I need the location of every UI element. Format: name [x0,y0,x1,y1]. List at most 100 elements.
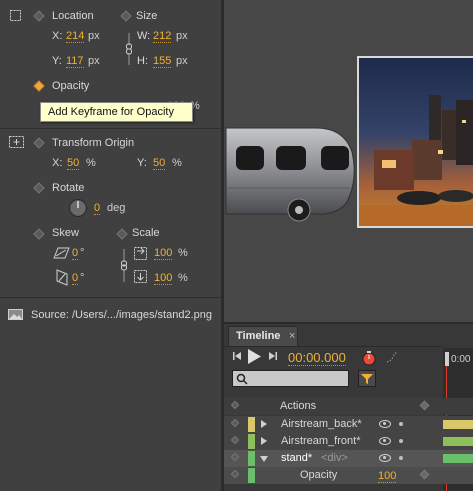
row-actions-label: Actions [280,400,317,412]
timeline-bar[interactable] [443,454,473,463]
lock-dot-icon[interactable] [399,422,403,426]
lock-dot-icon[interactable] [399,439,403,443]
visibility-eye-icon[interactable] [379,454,391,462]
row-airstream-front-label: Airstream_front* [281,435,361,447]
ruler-time-label: 0:00 [451,354,471,365]
location-y-value[interactable]: 117 [66,55,84,68]
action-keyframe-icon[interactable] [419,400,430,411]
rotate-unit: deg [107,202,126,214]
skew-x-value[interactable]: 0 [72,247,79,260]
row-actions[interactable]: Actions [224,398,473,415]
row-airstream-back[interactable]: Airstream_back* [224,416,473,433]
link-size-icon[interactable] [125,31,133,67]
tab-timeline[interactable]: Timeline × [228,326,298,346]
transform-origin-icon [9,136,24,148]
scale-y-value[interactable]: 100 [154,272,173,285]
location-y-unit: px [88,55,100,67]
go-to-end-icon[interactable] [268,351,278,361]
section-divider [0,128,221,129]
timeline-bar[interactable] [443,437,473,446]
close-icon[interactable]: × [289,330,295,342]
origin-y-value[interactable]: 50 [153,157,166,170]
row-opacity-label: Opacity [300,469,338,481]
scale-x-value[interactable]: 100 [154,247,173,260]
skew-y-icon [56,269,68,286]
row-diamond-icon [230,435,240,445]
row-opacity-value[interactable]: 100 [378,470,397,483]
layer-color-swatch [248,417,255,432]
location-x-label: X: [52,30,63,42]
row-airstream-back-label: Airstream_back* [281,418,362,430]
image-icon [8,309,23,320]
row-stand-label: stand* [281,452,313,464]
size-keyframe-diamond[interactable] [120,10,132,22]
timecode[interactable]: 00:00.000 [288,350,346,366]
location-label: Location [52,10,94,22]
add-keyframe-icon[interactable] [419,469,430,480]
transform-origin-keyframe-diamond[interactable] [33,137,45,149]
origin-x-value[interactable]: 50 [67,157,80,170]
source-path: Source: /Users/.../images/stand2.png [31,309,212,321]
skew-x-icon [53,247,70,259]
location-x-value[interactable]: 214 [66,30,85,43]
stage-artwork [225,56,473,228]
size-h-label: H: [137,55,148,67]
collapse-arrow-icon[interactable] [260,456,268,462]
rotate-dial-icon[interactable] [68,198,88,218]
size-w-unit: px [176,30,188,42]
row-airstream-front[interactable]: Airstream_front* [224,433,473,450]
stage-canvas[interactable] [224,0,473,322]
row-stand[interactable]: stand* <div> [224,450,473,467]
expand-arrow-icon[interactable] [261,437,267,445]
keyframe-tooltip: Add Keyframe for Opacity [40,102,193,122]
expand-arrow-icon[interactable] [261,420,267,428]
playhead-handle[interactable] [445,352,449,366]
layer-color-swatch [248,434,255,449]
row-diamond-icon [230,452,240,462]
skew-y-value[interactable]: 0 [72,272,79,285]
size-w-value[interactable]: 212 [153,30,172,43]
easing-icon[interactable] [385,350,399,364]
timeline-search-input[interactable] [232,370,349,387]
scale-link-icon[interactable] [120,245,150,285]
row-diamond-icon [230,469,240,479]
skew-y-unit: ° [80,272,85,284]
opacity-keyframe-diamond[interactable] [33,80,45,92]
visibility-eye-icon[interactable] [379,420,391,428]
origin-x-unit: % [86,157,96,169]
filter-icon[interactable] [358,370,376,387]
origin-y-unit: % [172,157,182,169]
stopwatch-icon[interactable] [361,350,377,366]
scale-y-unit: % [178,272,188,284]
skew-keyframe-diamond[interactable] [33,228,45,240]
tab-timeline-label: Timeline [236,330,281,342]
row-stand-element-type: <div> [321,452,348,464]
scale-keyframe-diamond[interactable] [116,228,128,240]
tab-divider [224,346,443,347]
row-diamond-icon [230,400,240,410]
layer-color-swatch [248,451,255,466]
timeline-bar[interactable] [443,420,473,429]
row-diamond-icon [230,418,240,428]
location-x-unit: px [88,30,100,42]
transform-origin-label: Transform Origin [52,137,135,149]
rotate-value[interactable]: 0 [94,202,101,215]
row-opacity-property[interactable]: Opacity 100 [224,467,473,484]
layer-color-swatch [248,468,255,483]
size-h-unit: px [176,55,188,67]
rotate-keyframe-diamond[interactable] [33,182,45,194]
size-label: Size [136,10,158,22]
rotate-label: Rotate [52,182,85,194]
size-h-value[interactable]: 155 [153,55,172,68]
scale-x-unit: % [178,247,188,259]
properties-panel: Location Size X: 214 px Y: 117 px W: 212… [0,0,221,491]
lock-dot-icon[interactable] [399,456,403,460]
location-keyframe-diamond[interactable] [33,10,45,22]
visibility-eye-icon[interactable] [379,437,391,445]
go-to-start-icon[interactable] [232,351,242,361]
play-icon[interactable] [246,348,262,365]
size-w-label: W: [137,30,151,42]
origin-y-label: Y: [137,157,147,169]
search-icon [236,373,248,385]
opacity-label: Opacity [52,80,90,92]
